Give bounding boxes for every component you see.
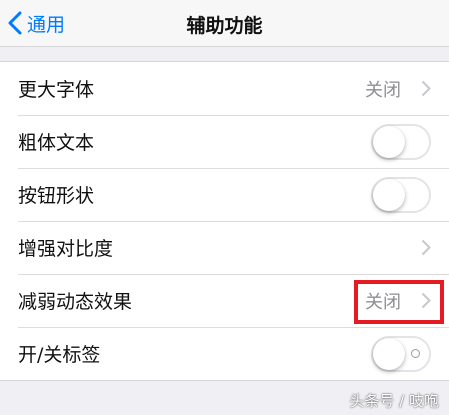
- row-on-off-labels: 开/关标签: [0, 327, 449, 380]
- row-bold-text: 粗体文本: [0, 115, 449, 168]
- row-label-larger-text: 更大字体: [18, 79, 95, 101]
- on-off-labels-toggle[interactable]: [371, 335, 431, 372]
- row-label-increase-contrast: 增强对比度: [18, 238, 114, 260]
- chevron-right-icon: [421, 80, 431, 97]
- row-label-button-shapes: 按钮形状: [18, 185, 95, 207]
- toggle-knob: [373, 337, 405, 370]
- button-shapes-toggle[interactable]: [371, 176, 431, 213]
- watermark: 头条号 / 吱咆: [349, 392, 439, 410]
- bold-text-toggle[interactable]: [371, 123, 431, 160]
- row-label-on-off-labels: 开/关标签: [18, 344, 101, 366]
- toggle-knob: [373, 178, 405, 211]
- off-label-icon: [411, 348, 420, 358]
- row-button-shapes: 按钮形状: [0, 168, 449, 221]
- page-title: 辅助功能: [186, 15, 263, 37]
- row-larger-text[interactable]: 更大字体 关闭: [0, 62, 449, 115]
- navigation-bar: 通用 辅助功能: [0, 0, 449, 47]
- row-increase-contrast[interactable]: 增强对比度: [0, 221, 449, 274]
- row-label-bold-text: 粗体文本: [18, 132, 95, 154]
- row-value-larger-text: 关闭: [365, 79, 401, 101]
- toggle-knob: [373, 125, 405, 158]
- row-label-reduce-motion: 减弱动态效果: [18, 291, 133, 313]
- chevron-right-icon: [421, 239, 431, 256]
- settings-group: 更大字体 关闭 粗体文本 按钮形状 增强对比度 减弱动态效果 关闭 开/关标签: [0, 61, 449, 381]
- highlight-box: [354, 280, 444, 324]
